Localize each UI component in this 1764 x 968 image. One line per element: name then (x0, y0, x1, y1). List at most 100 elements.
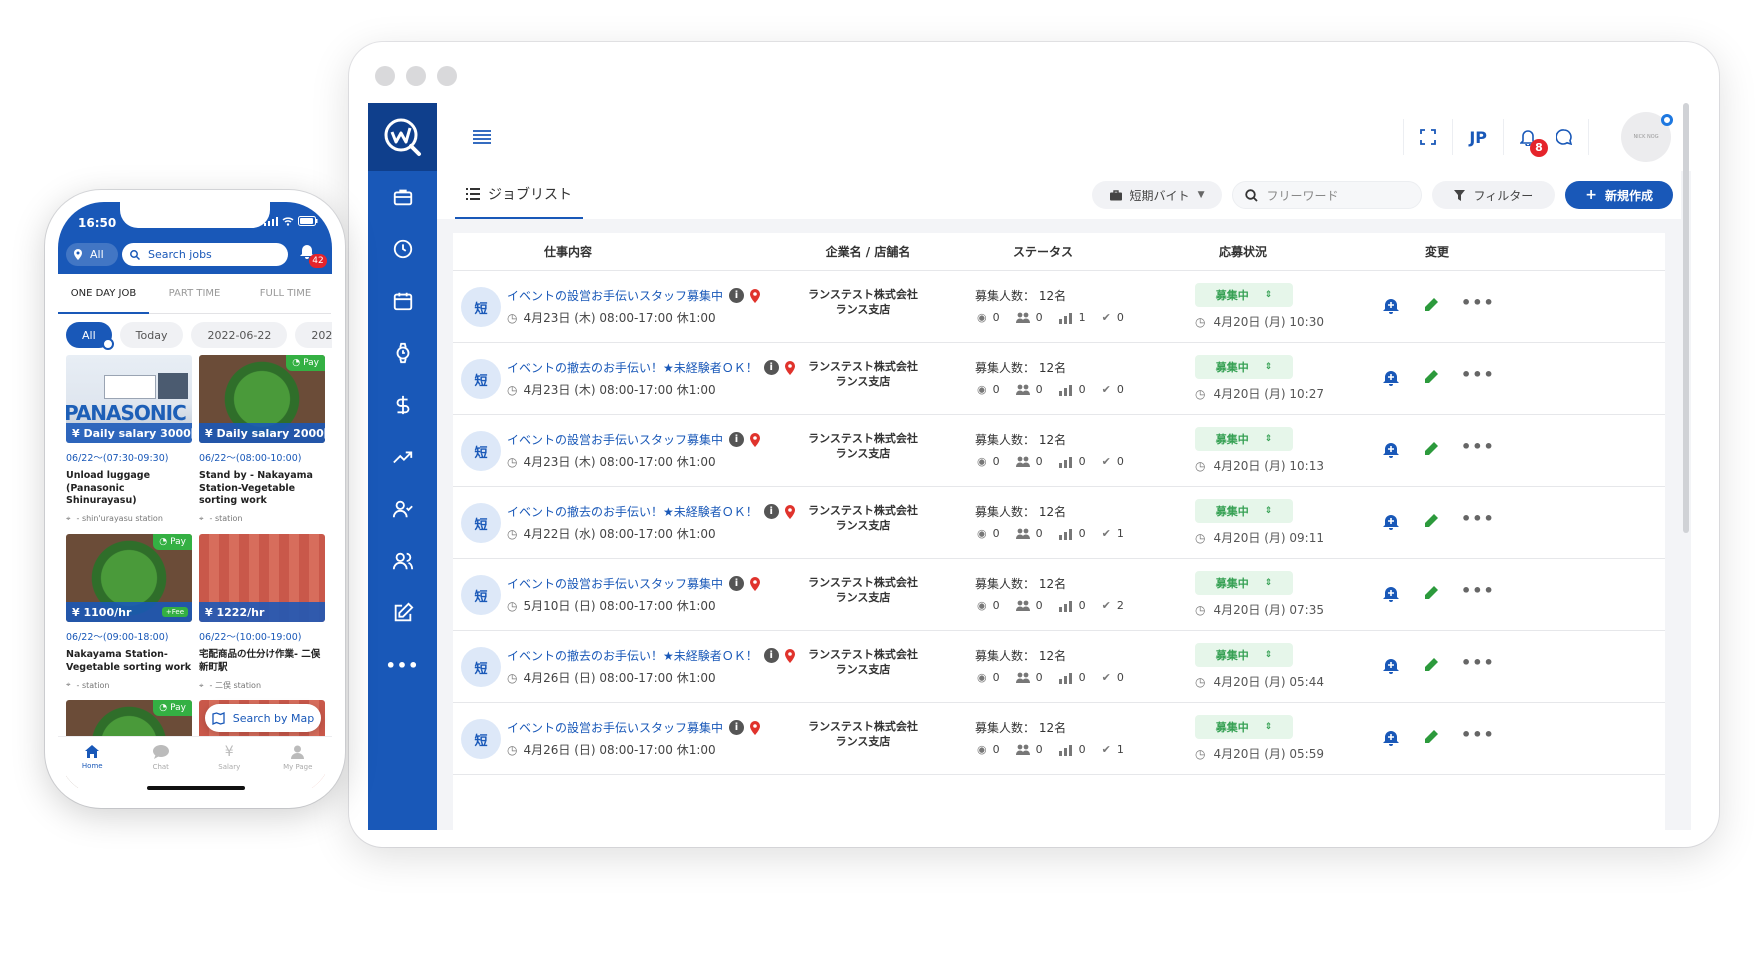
info-icon[interactable]: i (729, 576, 745, 591)
chip-today[interactable]: Today (119, 322, 184, 348)
map-pin-icon[interactable] (750, 432, 761, 447)
more-button[interactable]: ••• (1461, 725, 1495, 744)
more-button[interactable]: ••• (1461, 365, 1495, 384)
notify-button[interactable] (1383, 729, 1399, 746)
bottom-nav-mypage[interactable]: My Page (264, 737, 333, 796)
search-by-map-label: Search by Map (232, 711, 315, 725)
map-pin-icon[interactable] (750, 576, 761, 591)
status-badge[interactable]: 募集中 ⇕ (1195, 499, 1293, 523)
edit-button[interactable] (1423, 297, 1439, 313)
table-row[interactable]: 短イベントの設営お手伝いスタッフ募集中 i ◷ 4月26日 (日) 08:00-17:… (453, 703, 1665, 775)
nav-briefcase[interactable] (368, 171, 437, 223)
chip-date-next[interactable]: 2022-06 (295, 322, 332, 348)
status-badge[interactable]: 募集中 ⇕ (1195, 643, 1293, 667)
job-title-link[interactable]: イベントの撤去のお手伝い！★未経験者ＯＫ！ (507, 647, 758, 664)
info-icon[interactable]: i (729, 432, 745, 447)
more-button[interactable]: ••• (1461, 581, 1495, 600)
table-row[interactable]: 短イベントの撤去のお手伝い！★未経験者ＯＫ！ i ◷ 4月23日 (木) 08:00-… (453, 343, 1665, 415)
status-badge[interactable]: 募集中 ⇕ (1195, 571, 1293, 595)
info-icon[interactable]: i (729, 288, 745, 303)
scrollbar[interactable] (1683, 103, 1689, 533)
nav-trend[interactable] (368, 431, 437, 483)
job-title-link[interactable]: イベントの設営お手伝いスタッフ募集中 (507, 431, 723, 448)
language-switch[interactable]: JP (1452, 119, 1503, 155)
job-card[interactable]: ◔ Pay ¥ Daily salary 2000円 06/22〜(08:00-1… (199, 355, 325, 524)
edit-button[interactable] (1423, 441, 1439, 457)
nav-user-check[interactable] (368, 483, 437, 535)
more-button[interactable]: ••• (1461, 509, 1495, 528)
notification-button[interactable]: 8 (1503, 119, 1552, 157)
bottom-nav-home[interactable]: Home (58, 737, 127, 796)
table-row[interactable]: 短イベントの設営お手伝いスタッフ募集中 i ◷ 5月10日 (日) 08:00-17:… (453, 559, 1665, 631)
edit-button[interactable] (1423, 513, 1439, 529)
table-row[interactable]: 短イベントの設営お手伝いスタッフ募集中 i ◷ 4月23日 (木) 08:00-17:… (453, 271, 1665, 343)
status-badge[interactable]: 募集中 ⇕ (1195, 355, 1293, 379)
tab-full-time[interactable]: FULL TIME (240, 274, 331, 314)
nav-dollar[interactable] (368, 379, 437, 431)
table-row[interactable]: 短イベントの撤去のお手伝い！★未経験者ＯＫ！ i ◷ 4月26日 (日) 08:00-… (453, 631, 1665, 703)
edit-button[interactable] (1423, 369, 1439, 385)
table-row[interactable]: 短イベントの設営お手伝いスタッフ募集中 i ◷ 4月23日 (木) 08:00-17:… (453, 415, 1665, 487)
job-title-link[interactable]: イベントの設営お手伝いスタッフ募集中 (507, 719, 723, 736)
nav-clock[interactable] (368, 223, 437, 275)
chat-button[interactable] (1552, 119, 1588, 155)
notify-button[interactable] (1383, 441, 1399, 458)
notify-button[interactable] (1383, 585, 1399, 602)
more-button[interactable]: ••• (1461, 653, 1495, 672)
search-input[interactable]: フリーワード (1232, 181, 1423, 209)
phone-search-input[interactable]: Search jobs (122, 243, 288, 266)
info-icon[interactable]: i (763, 504, 779, 519)
nav-calendar[interactable] (368, 275, 437, 327)
job-card[interactable]: ◔ Pay ¥ 1100/hr +Fee 06/22〜(09:00-18:00) N… (66, 534, 192, 690)
job-title-link[interactable]: イベントの設営お手伝いスタッフ募集中 (507, 287, 723, 304)
nav-more[interactable]: ••• (368, 639, 437, 691)
job-card[interactable]: PANASONIC ¥ Daily salary 3000円 06/22〜(07… (66, 355, 192, 524)
nav-users[interactable] (368, 535, 437, 587)
tab-one-day-job[interactable]: ONE DAY JOB (58, 274, 149, 314)
category-dropdown[interactable]: 短期バイト ▼ (1091, 181, 1223, 209)
fullscreen-button[interactable] (1403, 119, 1452, 155)
job-title-link[interactable]: イベントの撤去のお手伝い！★未経験者ＯＫ！ (507, 359, 758, 376)
window-minimize-dot[interactable] (406, 66, 426, 86)
location-selector[interactable]: All (66, 243, 118, 266)
table-row[interactable]: 短イベントの撤去のお手伝い！★未経験者ＯＫ！ i ◷ 4月22日 (水) 08:00-… (453, 487, 1665, 559)
job-title-link[interactable]: イベントの設営お手伝いスタッフ募集中 (507, 575, 723, 592)
app-logo[interactable] (368, 103, 437, 171)
chip-date[interactable]: 2022-06-22 (191, 322, 288, 348)
avatar[interactable]: NICK NOG (1621, 112, 1673, 162)
nav-edit[interactable] (368, 587, 437, 639)
edit-button[interactable] (1423, 585, 1439, 601)
map-pin-icon[interactable] (750, 288, 761, 303)
menu-toggle[interactable] (469, 125, 495, 149)
search-by-map-button[interactable]: Search by Map (205, 704, 321, 732)
more-button[interactable]: ••• (1461, 437, 1495, 456)
status-badge[interactable]: 募集中 ⇕ (1195, 283, 1293, 307)
filter-button[interactable]: フィルター (1432, 181, 1556, 209)
info-icon[interactable]: i (763, 648, 779, 663)
location-pin-icon: ⌖ (66, 680, 71, 689)
job-title-link[interactable]: イベントの撤去のお手伝い！★未経験者ＯＫ！ (507, 503, 758, 520)
map-pin-icon[interactable] (750, 720, 761, 735)
notify-button[interactable] (1383, 369, 1399, 386)
info-icon[interactable]: i (729, 720, 745, 735)
notify-button[interactable] (1383, 657, 1399, 674)
updated-time-text: 4月20日 (月) 09:11 (1213, 531, 1324, 545)
chip-all[interactable]: All (66, 322, 114, 350)
status-badge[interactable]: 募集中 ⇕ (1195, 427, 1293, 451)
job-date: 06/22〜(10:00-19:00) (199, 632, 302, 643)
avatar-wrap[interactable]: NICK NOG (1588, 112, 1673, 162)
info-icon[interactable]: i (763, 360, 779, 375)
edit-button[interactable] (1423, 729, 1439, 745)
edit-button[interactable] (1423, 657, 1439, 673)
tab-job-list[interactable]: ジョブリスト (455, 171, 583, 219)
more-button[interactable]: ••• (1461, 293, 1495, 312)
window-maximize-dot[interactable] (437, 66, 457, 86)
create-new-button[interactable]: + 新規作成 (1565, 181, 1673, 209)
notify-button[interactable] (1383, 297, 1399, 314)
window-close-dot[interactable] (375, 66, 395, 86)
nav-watch[interactable] (368, 327, 437, 379)
status-badge[interactable]: 募集中 ⇕ (1195, 715, 1293, 739)
job-card[interactable]: ¥ 1222/hr 06/22〜(10:00-19:00) 宅配商品の仕分け作業… (199, 534, 325, 691)
tab-part-time[interactable]: PART TIME (149, 274, 240, 314)
notify-button[interactable] (1383, 513, 1399, 530)
